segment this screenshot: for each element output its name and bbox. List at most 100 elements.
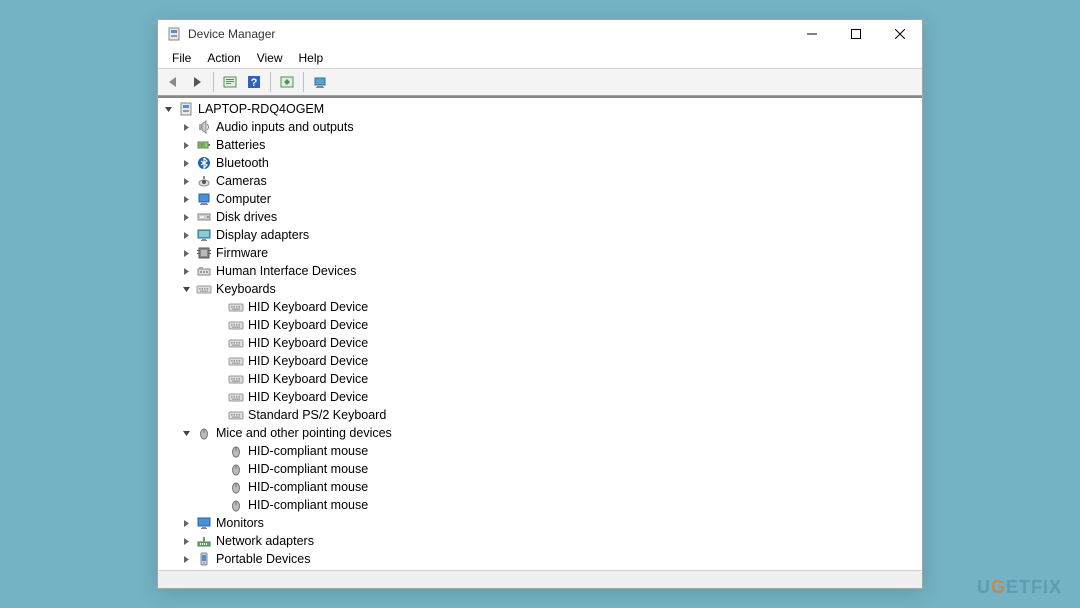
device-tree[interactable]: LAPTOP-RDQ4OGEM Audio inputs and outputs B…	[158, 98, 922, 570]
app-icon	[166, 26, 182, 42]
portable-icon	[196, 551, 212, 567]
keyboard-icon	[228, 317, 244, 333]
camera-icon	[196, 173, 212, 189]
tree-category[interactable]: Bluetooth	[158, 154, 922, 172]
titlebar[interactable]: Device Manager	[158, 20, 922, 48]
mouse-icon	[228, 497, 244, 513]
maximize-button[interactable]	[834, 20, 878, 48]
toolbar-separator	[270, 72, 271, 92]
tree-category[interactable]: Portable Devices	[158, 550, 922, 568]
expand-toggle[interactable]	[182, 159, 196, 168]
properties-button[interactable]	[309, 71, 331, 93]
menu-view[interactable]: View	[249, 49, 291, 67]
mouse-icon	[196, 425, 212, 441]
tree-device[interactable]: HID Keyboard Device	[158, 352, 922, 370]
tree-category[interactable]: Cameras	[158, 172, 922, 190]
show-hidden-button[interactable]	[219, 71, 241, 93]
expand-toggle[interactable]	[182, 177, 196, 186]
tree-category[interactable]: Mice and other pointing devices	[158, 424, 922, 442]
device-label: HID-compliant mouse	[248, 498, 368, 512]
device-label: HID-compliant mouse	[248, 444, 368, 458]
audio-icon	[196, 119, 212, 135]
device-label: HID Keyboard Device	[248, 336, 368, 350]
tree-category[interactable]: Disk drives	[158, 208, 922, 226]
toolbar-separator	[213, 72, 214, 92]
device-label: HID-compliant mouse	[248, 480, 368, 494]
content-area: LAPTOP-RDQ4OGEM Audio inputs and outputs B…	[158, 96, 922, 570]
expand-toggle[interactable]	[182, 195, 196, 204]
menu-action[interactable]: Action	[199, 49, 248, 67]
device-label: HID Keyboard Device	[248, 300, 368, 314]
tree-device[interactable]: HID-compliant mouse	[158, 442, 922, 460]
keyboard-icon	[228, 299, 244, 315]
computer-root-icon	[178, 101, 194, 117]
category-label: Bluetooth	[216, 156, 269, 170]
tree-category[interactable]: Human Interface Devices	[158, 262, 922, 280]
tree-device[interactable]: HID Keyboard Device	[158, 316, 922, 334]
bluetooth-icon	[196, 155, 212, 171]
tree-category[interactable]: Display adapters	[158, 226, 922, 244]
display-icon	[196, 227, 212, 243]
tree-root[interactable]: LAPTOP-RDQ4OGEM	[158, 100, 922, 118]
scan-button[interactable]	[276, 71, 298, 93]
category-label: Audio inputs and outputs	[216, 120, 354, 134]
svg-text:?: ?	[251, 77, 258, 89]
tree-device[interactable]: Standard PS/2 Keyboard	[158, 406, 922, 424]
tree-device[interactable]: HID Keyboard Device	[158, 298, 922, 316]
keyboard-icon	[228, 407, 244, 423]
tree-category[interactable]: Computer	[158, 190, 922, 208]
collapse-toggle[interactable]	[182, 285, 196, 294]
category-label: Keyboards	[216, 282, 276, 296]
menu-help[interactable]: Help	[291, 49, 332, 67]
tree-category[interactable]: Audio inputs and outputs	[158, 118, 922, 136]
help-button[interactable]: ?	[243, 71, 265, 93]
back-button[interactable]	[162, 71, 184, 93]
statusbar	[158, 570, 922, 588]
expand-toggle[interactable]	[182, 555, 196, 564]
expand-toggle[interactable]	[182, 537, 196, 546]
expand-toggle[interactable]	[182, 231, 196, 240]
category-label: Human Interface Devices	[216, 264, 356, 278]
category-label: Display adapters	[216, 228, 309, 242]
collapse-toggle[interactable]	[182, 429, 196, 438]
close-button[interactable]	[878, 20, 922, 48]
expand-toggle[interactable]	[182, 519, 196, 528]
device-label: HID Keyboard Device	[248, 390, 368, 404]
disk-icon	[196, 209, 212, 225]
category-label: Mice and other pointing devices	[216, 426, 392, 440]
tree-category[interactable]: Network adapters	[158, 532, 922, 550]
tree-device[interactable]: HID Keyboard Device	[158, 334, 922, 352]
collapse-toggle[interactable]	[164, 105, 178, 114]
forward-button[interactable]	[186, 71, 208, 93]
tree-device[interactable]: HID-compliant mouse	[158, 478, 922, 496]
tree-category[interactable]: Batteries	[158, 136, 922, 154]
device-manager-window: Device Manager File Action View Help ?	[157, 19, 923, 589]
menu-file[interactable]: File	[164, 49, 199, 67]
mouse-icon	[228, 461, 244, 477]
device-label: Standard PS/2 Keyboard	[248, 408, 386, 422]
mouse-icon	[228, 443, 244, 459]
expand-toggle[interactable]	[182, 123, 196, 132]
category-label: Computer	[216, 192, 271, 206]
tree-device[interactable]: HID Keyboard Device	[158, 370, 922, 388]
tree-device[interactable]: HID Keyboard Device	[158, 388, 922, 406]
expand-toggle[interactable]	[182, 141, 196, 150]
category-label: Network adapters	[216, 534, 314, 548]
minimize-button[interactable]	[790, 20, 834, 48]
category-label: Portable Devices	[216, 552, 311, 566]
expand-toggle[interactable]	[182, 249, 196, 258]
tree-device[interactable]: HID-compliant mouse	[158, 496, 922, 514]
category-label: Cameras	[216, 174, 267, 188]
expand-toggle[interactable]	[182, 267, 196, 276]
tree-category[interactable]: Keyboards	[158, 280, 922, 298]
window-title: Device Manager	[188, 27, 275, 41]
keyboard-icon	[228, 335, 244, 351]
battery-icon	[196, 137, 212, 153]
keyboard-icon	[228, 371, 244, 387]
tree-device[interactable]: HID-compliant mouse	[158, 460, 922, 478]
expand-toggle[interactable]	[182, 213, 196, 222]
tree-category[interactable]: Firmware	[158, 244, 922, 262]
device-label: HID-compliant mouse	[248, 462, 368, 476]
tree-category[interactable]: Monitors	[158, 514, 922, 532]
category-label: Batteries	[216, 138, 265, 152]
